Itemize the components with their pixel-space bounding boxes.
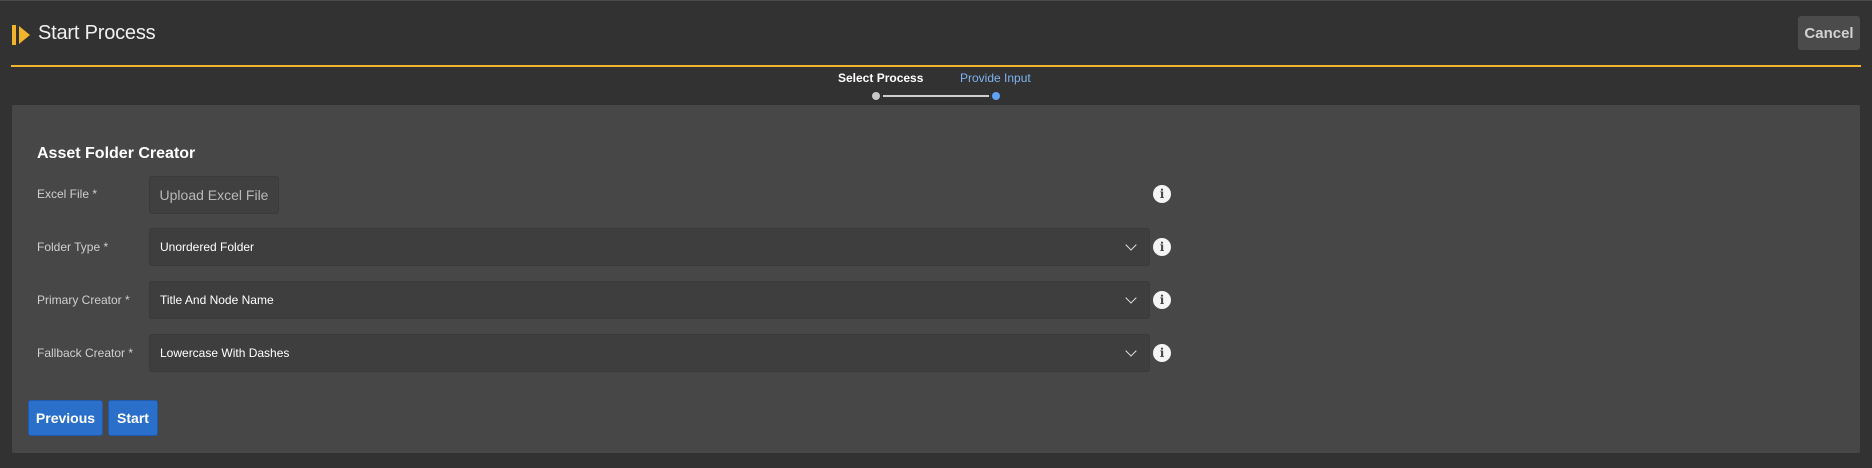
header: Start Process Cancel	[0, 0, 1872, 66]
folder-type-value: Unordered Folder	[160, 240, 255, 254]
previous-button[interactable]: Previous	[28, 400, 103, 436]
fallback-creator-value: Lowercase With Dashes	[160, 346, 290, 360]
page-title: Start Process	[38, 22, 156, 44]
wizard-stepper: Select Process Provide Input	[820, 70, 1060, 100]
folder-type-label: Folder Type *	[37, 240, 109, 254]
stepper-connector	[883, 95, 989, 97]
start-process-icon	[12, 25, 32, 45]
info-icon[interactable]: i	[1153, 344, 1171, 362]
step-provide-input-dot	[992, 92, 1000, 100]
cancel-button[interactable]: Cancel	[1798, 16, 1860, 50]
info-icon[interactable]: i	[1153, 238, 1171, 256]
chevron-down-icon	[1125, 345, 1137, 357]
step-select-process[interactable]: Select Process	[838, 71, 923, 85]
upload-excel-file-button[interactable]: Upload Excel File	[149, 176, 279, 214]
folder-type-select[interactable]: Unordered Folder	[149, 228, 1150, 266]
excel-file-label: Excel File *	[37, 187, 98, 201]
info-icon[interactable]: i	[1153, 291, 1171, 309]
chevron-down-icon	[1125, 239, 1137, 251]
form-title: Asset Folder Creator	[37, 145, 196, 162]
form-panel: Asset Folder Creator Excel File * Upload…	[12, 105, 1860, 453]
primary-creator-value: Title And Node Name	[160, 293, 274, 307]
header-divider	[11, 65, 1861, 67]
start-button[interactable]: Start	[108, 400, 158, 436]
step-provide-input[interactable]: Provide Input	[960, 71, 1031, 85]
fallback-creator-select[interactable]: Lowercase With Dashes	[149, 334, 1150, 372]
primary-creator-label: Primary Creator *	[37, 293, 130, 307]
step-select-process-dot	[872, 92, 880, 100]
info-icon[interactable]: i	[1153, 185, 1171, 203]
fallback-creator-label: Fallback Creator *	[37, 346, 134, 360]
chevron-down-icon	[1125, 292, 1137, 304]
primary-creator-select[interactable]: Title And Node Name	[149, 281, 1150, 319]
